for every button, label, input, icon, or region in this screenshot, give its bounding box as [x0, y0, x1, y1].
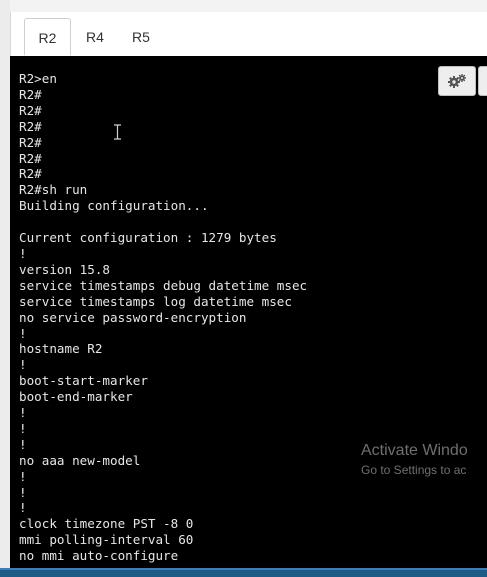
- terminal-line: !: [19, 484, 27, 500]
- terminal-line: boot-end-marker: [19, 389, 133, 405]
- terminal-line: R2#: [19, 150, 42, 166]
- terminal-app-window: R2 R4 R5 R2>en R2# R2# R2# R2# R2# R2# R…: [0, 0, 487, 577]
- terminal-line: service timestamps debug datetime msec: [19, 277, 308, 293]
- tab-r4[interactable]: R4: [73, 18, 117, 56]
- terminal-line: R2#sh run: [19, 182, 88, 198]
- terminal-line: no mmi auto-configure: [19, 548, 179, 564]
- watermark-title: Activate Windo: [361, 442, 468, 459]
- terminal-line: !: [19, 357, 27, 373]
- terminal-line: !: [19, 468, 27, 484]
- terminal-line: R2#: [19, 134, 42, 150]
- top-toolbar-strip: [10, 0, 487, 12]
- gears-icon: [448, 74, 466, 88]
- tab-r2[interactable]: R2: [24, 18, 71, 56]
- terminal-line: !: [19, 405, 27, 421]
- terminal-line: clock timezone PST -8 0: [19, 516, 194, 532]
- terminal-line: !: [19, 245, 27, 261]
- terminal-line: no aaa new-model: [19, 452, 141, 468]
- terminal-line: R2#: [19, 166, 42, 182]
- terminal-settings-button[interactable]: [438, 66, 476, 96]
- terminal-line: !: [19, 436, 27, 452]
- terminal-output[interactable]: R2>en R2# R2# R2# R2# R2# R2# R2#sh run …: [19, 71, 307, 564]
- terminal-line: !: [19, 325, 27, 341]
- terminal-line: !: [19, 420, 27, 436]
- terminal-line: no service password-encryption: [19, 309, 247, 325]
- terminal-line: !: [19, 500, 27, 516]
- device-tab-bar: R2 R4 R5: [16, 12, 487, 57]
- terminal-line: mmi polling-interval 60: [19, 532, 194, 548]
- watermark-subtitle: Go to Settings to ac: [361, 463, 467, 477]
- terminal-line: Building configuration...: [19, 198, 209, 214]
- terminal-console[interactable]: R2>en R2# R2# R2# R2# R2# R2# R2#sh run …: [10, 56, 487, 568]
- terminal-line: R2#: [19, 102, 42, 118]
- activate-windows-watermark: Activate Windo Go to Settings to ac: [361, 441, 468, 478]
- terminal-extra-button[interactable]: [478, 66, 487, 96]
- terminal-line: R2#: [19, 118, 42, 134]
- text-cursor-icon: [114, 124, 121, 140]
- terminal-line: Current configuration : 1279 bytes: [19, 230, 277, 246]
- terminal-line: R2>en: [19, 71, 57, 86]
- terminal-line: R2#: [19, 86, 42, 102]
- tab-r5[interactable]: R5: [119, 18, 163, 56]
- taskbar-highlight: [0, 568, 487, 570]
- terminal-line: boot-start-marker: [19, 373, 148, 389]
- terminal-line: hostname R2: [19, 341, 103, 357]
- terminal-line: service timestamps log datetime msec: [19, 293, 292, 309]
- terminal-line: version 15.8: [19, 261, 110, 277]
